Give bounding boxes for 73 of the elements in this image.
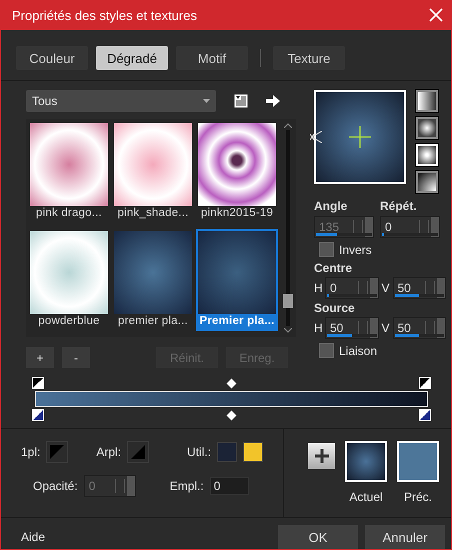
library-button[interactable]: - — [62, 347, 90, 368]
location-field[interactable]: 0 — [210, 477, 249, 495]
swatch-label: Actuel — [349, 490, 383, 504]
tab[interactable]: Texture — [273, 46, 345, 70]
tab[interactable]: Couleur — [16, 46, 88, 70]
gradient-tile[interactable]: pinkn2015-19 — [196, 121, 278, 223]
section-label: Source — [314, 301, 356, 315]
color-stop-marker[interactable] — [419, 377, 431, 389]
library-button[interactable]: + — [26, 347, 54, 368]
gradient-tile[interactable]: pink_shade... — [112, 121, 194, 223]
color-swatch[interactable] — [243, 442, 264, 462]
gradient-tile[interactable]: Premier pla... — [196, 229, 278, 331]
field-label: Angle — [314, 199, 348, 213]
dialog-button[interactable]: OK — [278, 525, 358, 549]
axis-label: V — [382, 281, 390, 295]
opacity-stop-marker[interactable] — [32, 409, 44, 421]
field-label: 1pl: — [21, 445, 40, 459]
axis-label: V — [382, 321, 390, 335]
swatch-label: Préc. — [404, 490, 432, 504]
gradient-name: premier pla... — [118, 314, 188, 329]
midpoint-marker[interactable] — [226, 378, 236, 388]
gradient-tile[interactable]: premier pla... — [112, 229, 194, 331]
window-title: Propriétés des styles et textures — [12, 8, 197, 22]
midpoint-marker[interactable] — [226, 410, 236, 420]
color-preview[interactable] — [345, 441, 387, 482]
coordinate-field[interactable]: 0 — [325, 277, 378, 299]
field-label: Répét. — [380, 199, 418, 213]
crosshair-icon[interactable] — [349, 126, 371, 148]
color-swatch[interactable] — [217, 442, 238, 462]
tab[interactable]: Motif — [176, 46, 248, 70]
close-icon[interactable] — [429, 8, 443, 22]
caret-icon — [203, 99, 210, 103]
tab[interactable]: Dégradé — [96, 46, 168, 70]
gradient-tile[interactable]: pink drago... — [28, 121, 110, 223]
coordinate-field[interactable]: 50 — [325, 317, 378, 339]
color-stop-marker[interactable] — [32, 377, 44, 389]
coordinate-field[interactable]: 50 — [392, 277, 446, 299]
list-view-icon[interactable] — [234, 94, 248, 108]
gradient-style-button[interactable] — [416, 171, 438, 193]
gradient-style-button[interactable] — [416, 90, 438, 112]
coordinate-field[interactable]: 50 — [392, 317, 446, 339]
opacity-stop-marker[interactable] — [419, 409, 431, 421]
field-label: Arpl: — [96, 445, 122, 459]
field-label: Util.: — [187, 445, 212, 459]
dialog-button[interactable]: Annuler — [365, 525, 445, 549]
help-link[interactable]: Aide — [21, 530, 46, 544]
gradient-tile[interactable]: powderblue — [28, 229, 110, 331]
invert-checkbox[interactable] — [319, 242, 334, 257]
add-button[interactable] — [308, 443, 335, 469]
color-preview[interactable] — [397, 441, 439, 482]
plus-icon — [314, 449, 328, 463]
scrollbar-thumb[interactable] — [283, 294, 293, 308]
gradient-name: pinkn2015-19 — [200, 206, 274, 221]
field-label: Opacité: — [33, 479, 78, 493]
gradient-name: powderblue — [38, 314, 100, 329]
angle-handle-icon[interactable] — [310, 131, 322, 143]
scroll-up-icon[interactable] — [284, 123, 292, 128]
gradient-name: pink_shade... — [117, 206, 188, 221]
scroll-down-icon[interactable] — [284, 328, 292, 333]
gradient-name: pink drago... — [36, 206, 102, 221]
repeat-field[interactable]: 0 — [380, 216, 440, 238]
filter-dropdown[interactable]: Tous — [26, 90, 216, 112]
axis-label: H — [314, 281, 322, 295]
section-label: Centre — [314, 261, 354, 275]
arrow-right-icon[interactable] — [266, 95, 280, 107]
gradient-style-button[interactable] — [416, 117, 438, 139]
field-label: Empl.: — [170, 479, 204, 493]
gradient-bar[interactable] — [35, 391, 428, 407]
axis-label: H — [314, 321, 322, 335]
checkbox-label: Liaison — [339, 344, 378, 358]
checkbox-label: Invers — [339, 242, 372, 256]
link-checkbox[interactable] — [319, 343, 334, 358]
gradient-name: Premier pla... — [199, 314, 275, 329]
